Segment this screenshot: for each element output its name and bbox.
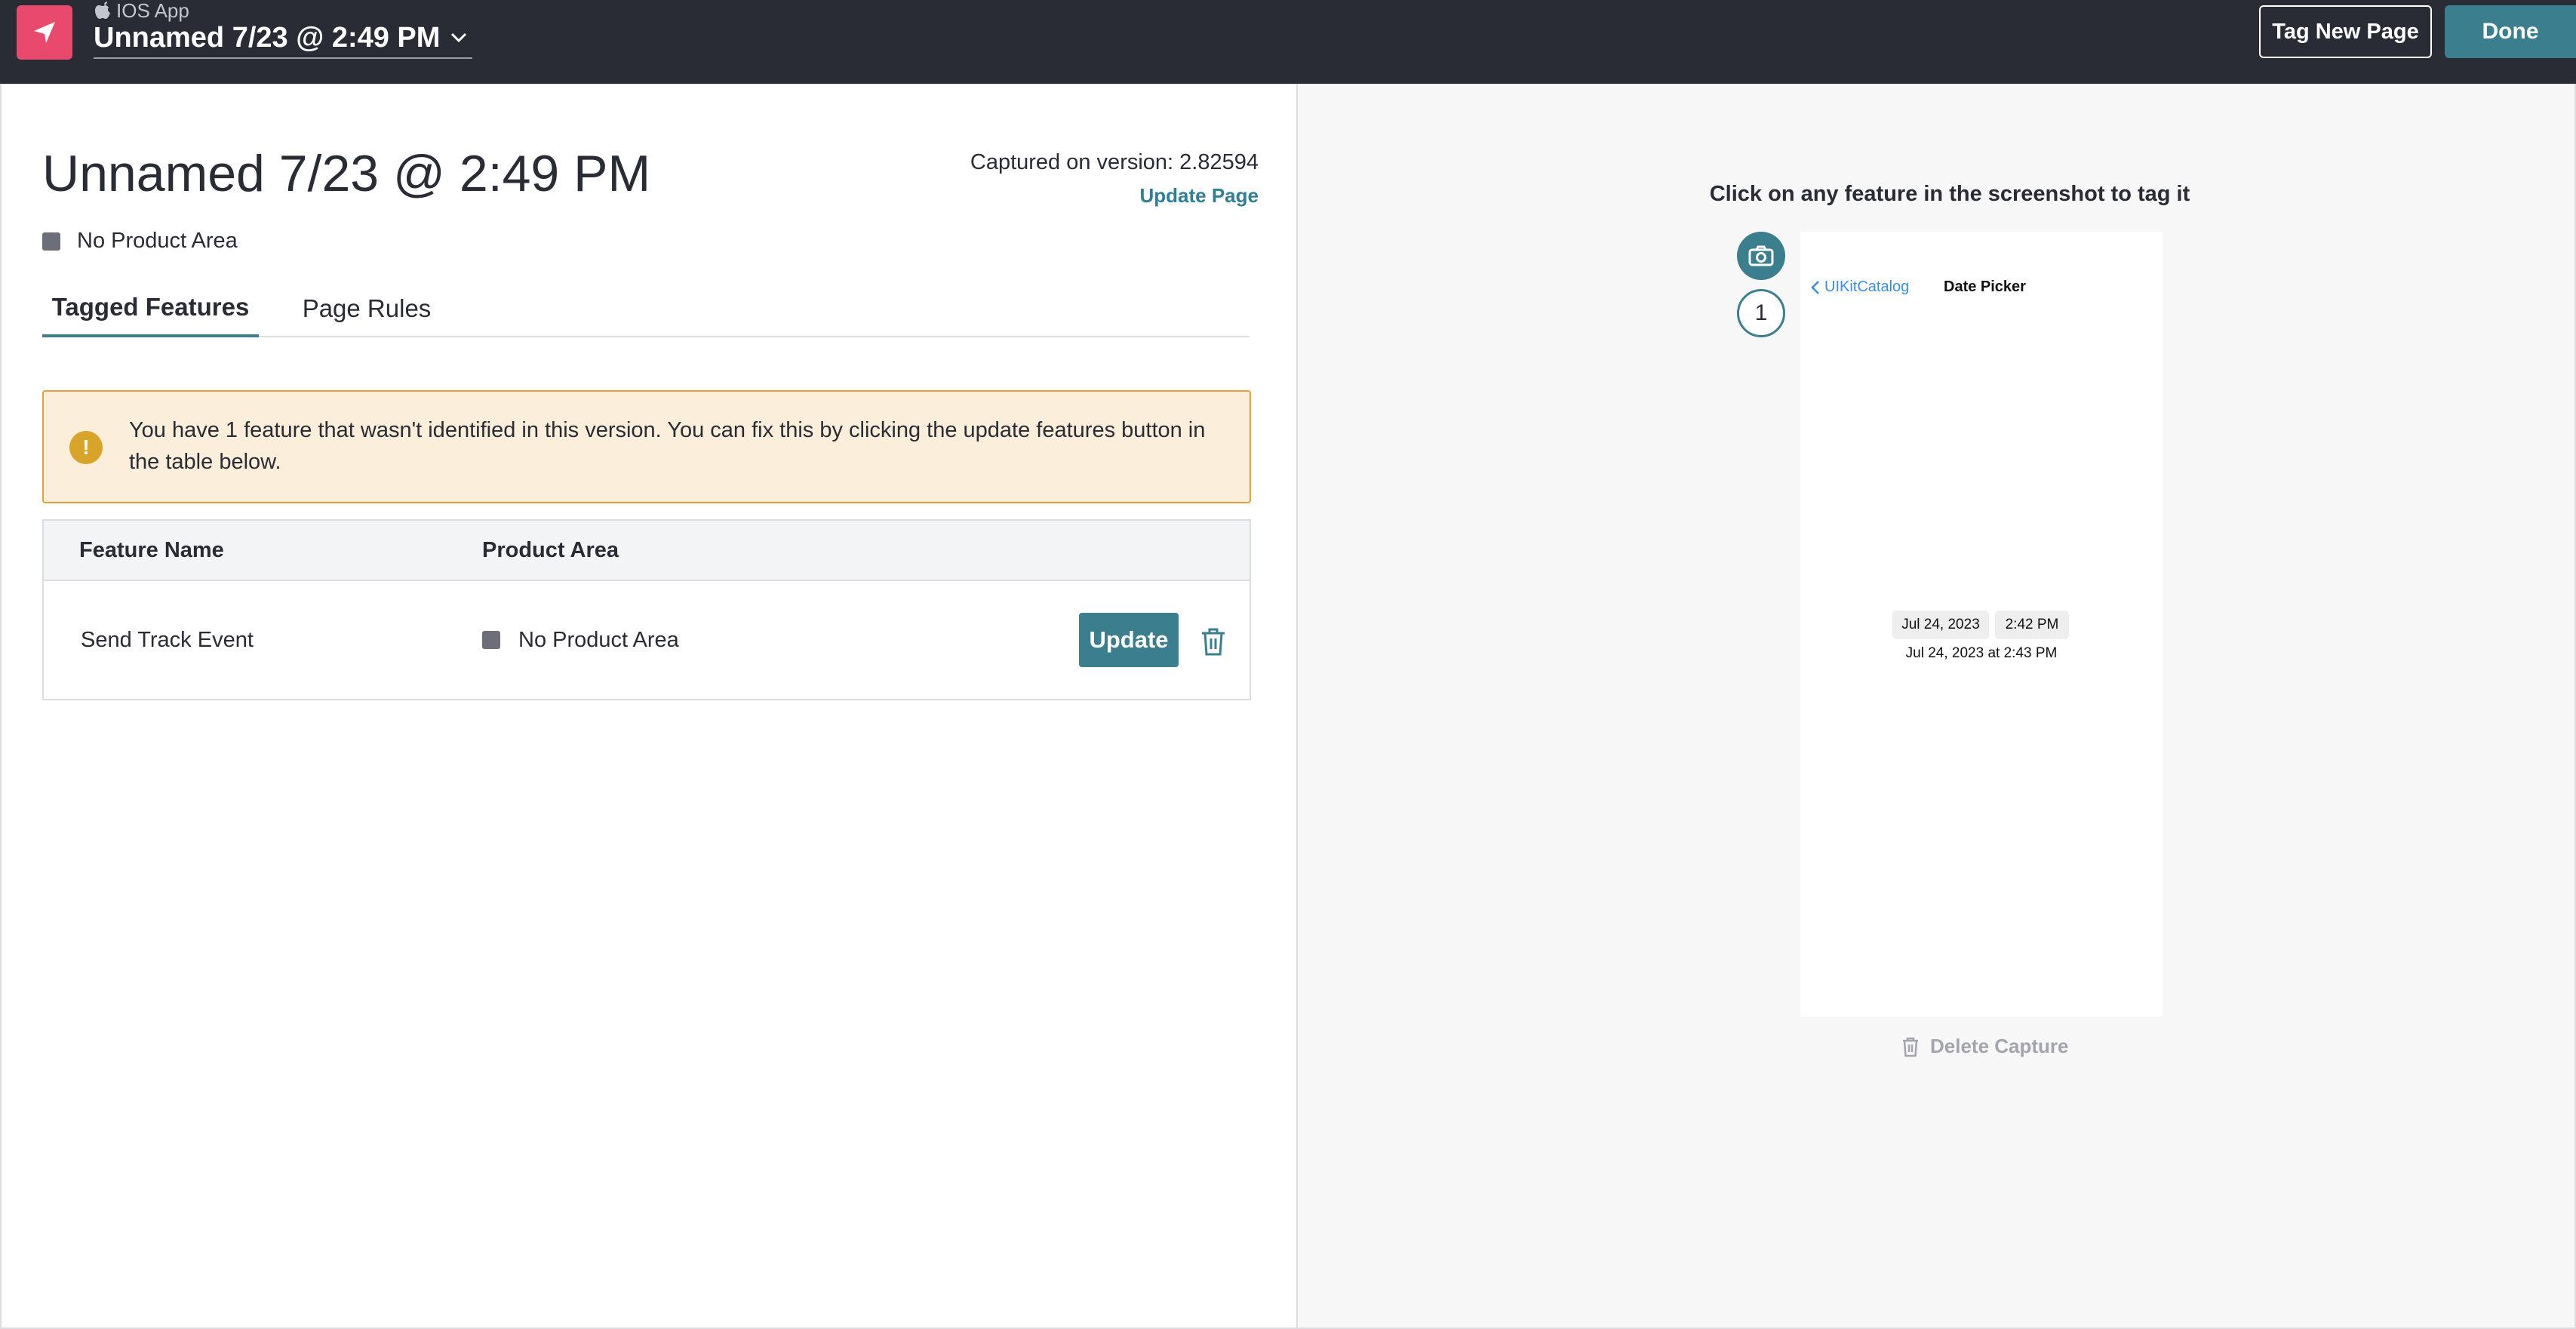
chevron-down-icon <box>451 32 467 43</box>
alert-message: You have 1 feature that wasn't identifie… <box>129 418 1206 474</box>
page-selector-dropdown[interactable]: Unnamed 7/23 @ 2:49 PM <box>94 18 472 59</box>
phone-time-chip[interactable]: 2:42 PM <box>1995 611 2069 639</box>
table-header: Feature Name Product Area <box>44 521 1250 581</box>
done-button[interactable]: Done <box>2445 5 2576 58</box>
phone-date-summary: Jul 24, 2023 at 2:43 PM <box>1905 645 2058 661</box>
capture-number-button[interactable]: 1 <box>1737 289 1785 337</box>
table-row: Send Track Event No Product Area Update <box>44 581 1250 699</box>
feature-name-cell[interactable]: Send Track Event <box>81 581 254 699</box>
phone-date-chip[interactable]: Jul 24, 2023 <box>1892 611 1989 639</box>
apple-icon <box>95 2 110 19</box>
product-area-cell-label: No Product Area <box>518 627 679 652</box>
camera-icon[interactable] <box>1737 232 1785 280</box>
trash-icon <box>1903 1037 1918 1057</box>
phone-nav-title: Date Picker <box>1944 278 2026 295</box>
tag-new-page-button[interactable]: Tag New Page <box>2259 5 2432 58</box>
phone-back-label: UIKitCatalog <box>1824 278 1910 295</box>
phone-screenshot[interactable]: UIKitCatalog Date Picker Jul 24, 2023 2:… <box>1800 232 2163 1017</box>
feature-tabs: Tagged Features Page Rules <box>42 280 1250 337</box>
product-area-color-swatch <box>482 631 500 649</box>
delete-capture-label: Delete Capture <box>1930 1035 2069 1057</box>
chevron-left-icon <box>1811 280 1819 294</box>
features-table: Feature Name Product Area Send Track Eve… <box>42 519 1251 700</box>
update-page-link[interactable]: Update Page <box>1140 184 1259 208</box>
tab-page-rules[interactable]: Page Rules <box>280 280 453 337</box>
page-details-panel: Unnamed 7/23 @ 2:49 PM No Product Area C… <box>0 84 1298 1329</box>
pendo-logo-icon[interactable] <box>17 5 72 60</box>
update-feature-button[interactable]: Update <box>1079 613 1179 667</box>
delete-capture-button[interactable]: Delete Capture <box>1901 1035 2069 1058</box>
product-area-cell: No Product Area <box>482 581 679 699</box>
page-product-area: No Product Area <box>42 229 238 254</box>
product-area-color-swatch <box>42 232 60 251</box>
captured-version: Captured on version: 2.82594 <box>970 150 1259 174</box>
screenshot-panel: Click on any feature in the screenshot t… <box>1298 84 2576 1329</box>
tab-tagged-features[interactable]: Tagged Features <box>42 280 259 337</box>
page-selector-label: Unnamed 7/23 @ 2:49 PM <box>94 21 441 54</box>
phone-back-button[interactable]: UIKitCatalog <box>1811 278 1909 296</box>
warning-icon: ! <box>69 431 103 464</box>
product-area-label: No Product Area <box>77 229 238 253</box>
column-header-product-area: Product Area <box>482 537 619 562</box>
column-header-feature-name: Feature Name <box>79 537 224 562</box>
page-title: Unnamed 7/23 @ 2:49 PM <box>42 145 651 202</box>
trash-icon[interactable] <box>1200 626 1227 657</box>
unidentified-features-alert: ! You have 1 feature that wasn't identif… <box>42 390 1251 503</box>
tagging-hint: Click on any feature in the screenshot t… <box>1709 182 2190 206</box>
top-bar: IOS App Unnamed 7/23 @ 2:49 PM Tag New P… <box>0 0 2576 84</box>
